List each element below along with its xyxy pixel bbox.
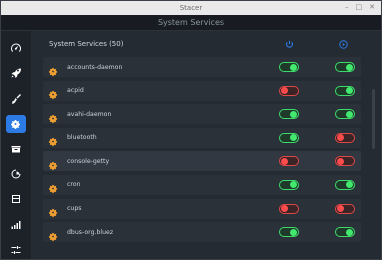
nav-settings[interactable] [6, 241, 26, 259]
toggle-knob [337, 157, 344, 165]
toggle-knob [290, 110, 297, 118]
toggle-knob [281, 205, 288, 213]
running-toggle[interactable] [335, 109, 355, 120]
box-icon [12, 195, 20, 204]
toggle-knob [290, 228, 297, 236]
status-toggle[interactable] [279, 179, 299, 190]
service-name: acpid [67, 87, 84, 95]
sidebar [1, 31, 31, 259]
rocket-icon [11, 68, 21, 79]
running-toggle[interactable] [335, 203, 355, 214]
service-name: cron [67, 181, 81, 189]
nav-dashboard[interactable] [6, 39, 26, 57]
toggle-knob [346, 63, 353, 71]
close-icon[interactable]: ✕ [369, 3, 375, 11]
service-row[interactable]: accounts-daemon [43, 57, 361, 77]
running-toggle[interactable] [335, 179, 355, 190]
toggle-knob [346, 181, 353, 189]
running-toggle[interactable] [335, 85, 355, 96]
nav-startup-apps[interactable] [6, 64, 26, 82]
running-toggle[interactable] [335, 132, 355, 143]
service-name: dbus-org.bluez [67, 228, 114, 236]
service-row[interactable]: acpid [43, 80, 361, 101]
sliders-icon [11, 245, 21, 254]
service-name: cups [67, 205, 82, 213]
toggle-knob [337, 205, 344, 213]
gear-icon [48, 203, 59, 218]
service-name: bluetooth [67, 134, 97, 142]
gear-icon [48, 85, 59, 100]
toggle-knob [281, 87, 288, 95]
gear-icon [48, 109, 59, 123]
power-icon [285, 40, 294, 48]
status-toggle[interactable] [279, 203, 299, 214]
app-window: Stacer – □ ✕ System Services System Serv… [0, 0, 382, 260]
nav-services[interactable] [6, 114, 26, 133]
service-name: accounts-daemon [67, 63, 123, 71]
status-toggle[interactable] [279, 62, 299, 72]
service-row[interactable]: avahi-daemon [43, 104, 361, 125]
scrollbar[interactable] [372, 89, 375, 149]
processes-icon [11, 169, 21, 179]
page-title: System Services [1, 15, 381, 31]
gear-icon [48, 179, 59, 194]
nav-charts[interactable] [6, 216, 26, 234]
nav-uninstaller[interactable] [6, 165, 26, 183]
toggle-knob [346, 228, 353, 236]
status-toggle[interactable] [279, 109, 299, 120]
toggle-knob [281, 157, 288, 165]
status-toggle[interactable] [279, 132, 299, 143]
toggle-knob [290, 134, 297, 142]
running-toggle[interactable] [335, 62, 355, 72]
title-bar: Stacer – □ ✕ [1, 1, 381, 15]
toggle-knob [290, 63, 297, 71]
nav-system-cleaner[interactable] [6, 89, 26, 107]
window-title: Stacer [179, 4, 203, 12]
package-icon [11, 145, 21, 153]
status-toggle[interactable] [279, 156, 299, 167]
toggle-knob [290, 181, 297, 189]
service-row[interactable]: console-getty [43, 151, 361, 172]
service-row[interactable]: bluetooth [43, 127, 361, 148]
service-name: console-getty [67, 157, 110, 165]
toggle-knob [337, 134, 344, 142]
chart-bars-icon [11, 220, 21, 229]
dashboard-icon [11, 43, 21, 53]
toggle-knob [346, 110, 353, 118]
service-row[interactable]: cron [43, 174, 361, 195]
services-header: System Services (50) [31, 31, 381, 57]
nav-resources[interactable] [6, 190, 26, 208]
status-toggle[interactable] [279, 227, 299, 238]
minimize-icon[interactable]: – [345, 3, 349, 11]
gear-icon [48, 132, 59, 147]
service-row[interactable]: cups [43, 198, 361, 219]
service-name: avahi-daemon [67, 110, 112, 118]
play-icon [339, 40, 348, 49]
services-list: accounts-daemon acpid avahi-daemon bluetoot… [43, 57, 361, 246]
services-panel: System Services (50) accounts-daemon acpi… [31, 31, 381, 259]
gear-icon [48, 62, 59, 76]
status-toggle[interactable] [279, 85, 299, 96]
services-count-label: System Services (50) [49, 40, 124, 48]
nav-processes[interactable] [6, 140, 26, 158]
gear-icon [48, 227, 59, 241]
maximize-icon[interactable]: □ [356, 3, 363, 11]
broom-icon [12, 93, 21, 104]
gears-icon [11, 119, 20, 129]
gear-icon [48, 156, 59, 170]
service-row[interactable]: dbus-org.bluez [43, 222, 361, 243]
running-toggle[interactable] [335, 156, 355, 167]
running-toggle[interactable] [335, 227, 355, 238]
toggle-knob [346, 87, 353, 95]
